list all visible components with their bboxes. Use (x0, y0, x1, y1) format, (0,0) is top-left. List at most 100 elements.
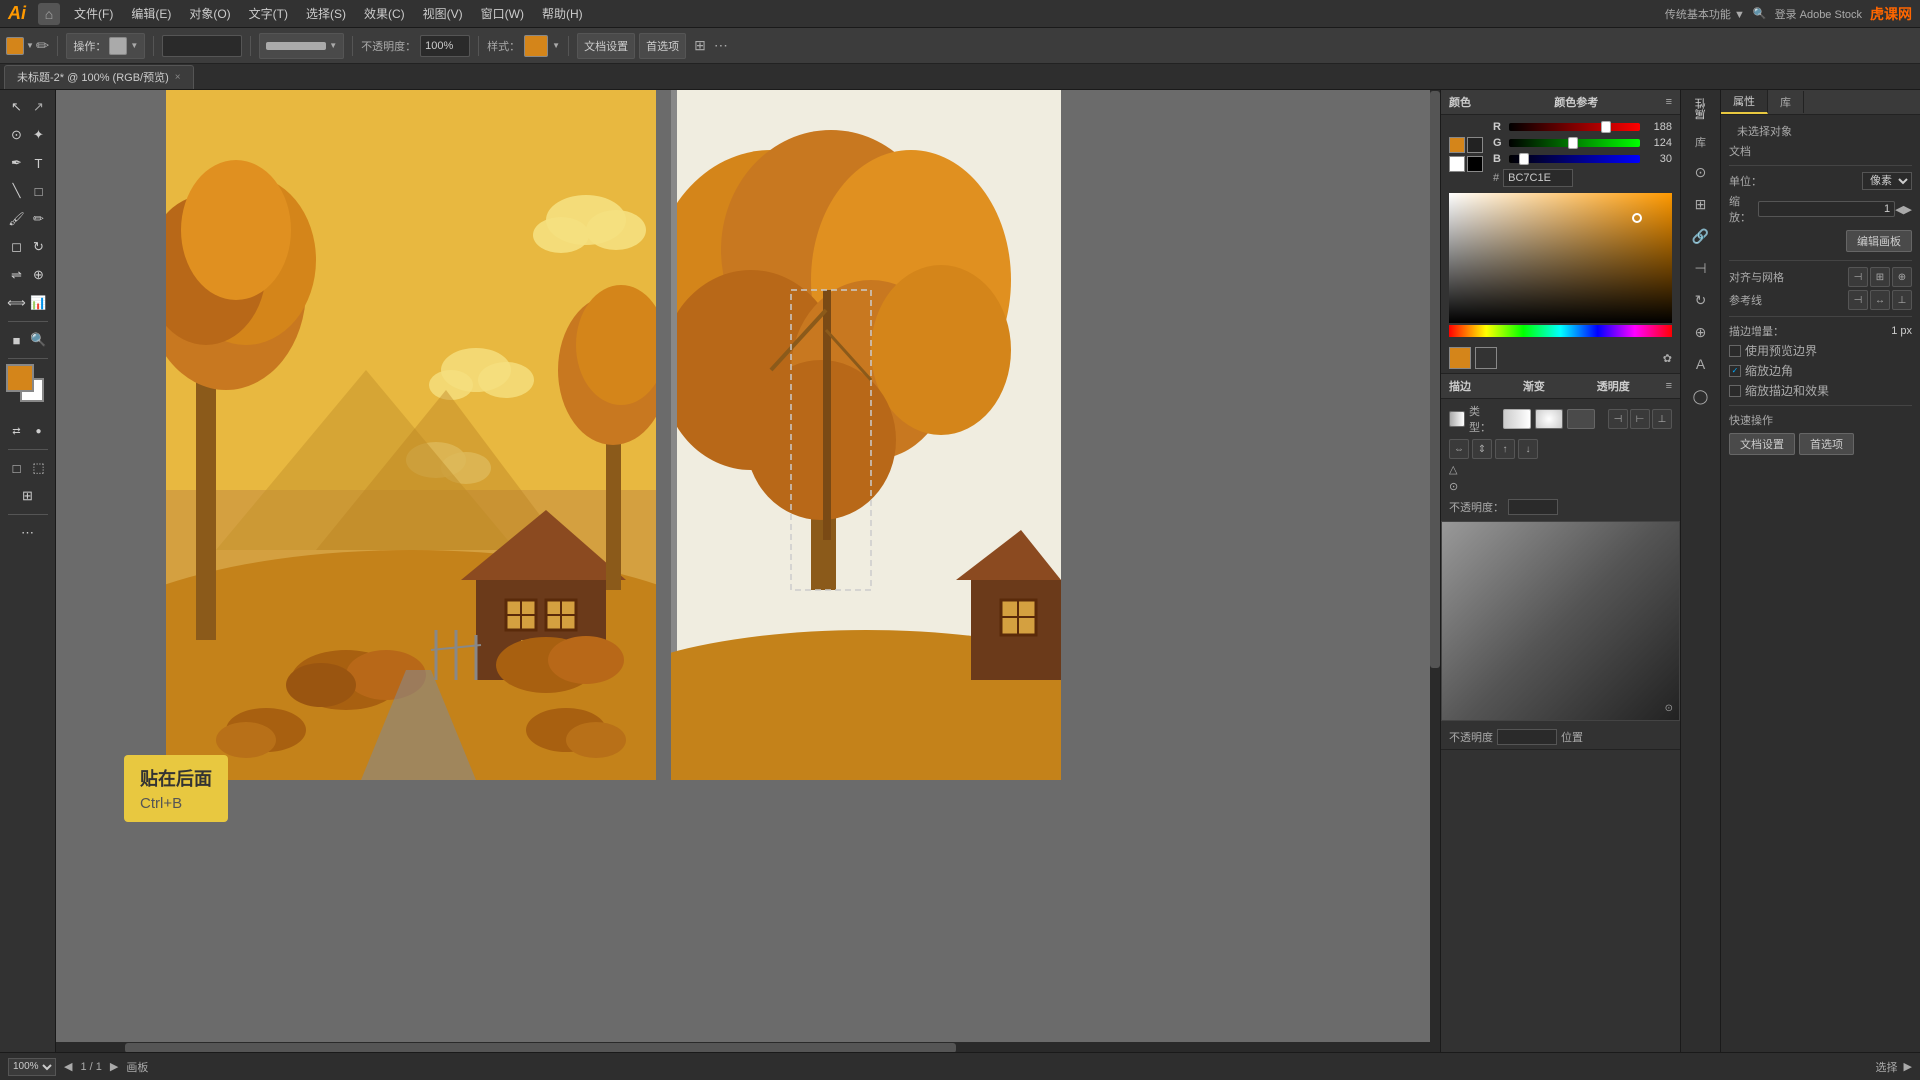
dist-v-btn[interactable]: ⇕ (1472, 439, 1492, 459)
b-slider-thumb[interactable] (1519, 153, 1529, 165)
preview-bounds-cb[interactable] (1729, 345, 1741, 357)
align-center-btn[interactable]: ⊢ (1630, 409, 1650, 429)
gradient-tab-1[interactable]: 描边 (1449, 378, 1471, 394)
gradient-reset-btn[interactable]: ⊙ (1665, 703, 1673, 714)
eyedropper-btn[interactable]: ✿ (1663, 352, 1672, 365)
home-button[interactable]: ⌂ (38, 3, 60, 25)
ref-3[interactable]: ⊥ (1892, 290, 1912, 310)
artboard-tool[interactable]: ⊞ (18, 483, 38, 509)
snap-3[interactable]: ⊕ (1892, 267, 1912, 287)
paintbrush-tool[interactable]: 🖌 (7, 206, 27, 232)
style-dropdown[interactable]: ▼ (552, 41, 560, 50)
eraser-tool[interactable]: ◻ (7, 234, 27, 260)
snap-2[interactable]: ⊞ (1870, 267, 1890, 287)
mask-mode[interactable]: ⬚ (29, 455, 49, 481)
menu-object[interactable]: 对象(O) (181, 3, 238, 24)
direct-selection-tool[interactable]: ↗ (29, 94, 49, 120)
prop-link-btn[interactable]: 🔗 (1687, 222, 1715, 250)
pencil-tool[interactable]: ✏ (29, 206, 49, 232)
pen-tool[interactable]: ✒ (7, 150, 27, 176)
operation-dropdown[interactable]: ▼ (130, 41, 138, 50)
align-bottom-btn[interactable]: ↓ (1518, 439, 1538, 459)
mirror-tool[interactable]: ⇌ (7, 262, 27, 288)
gradient-tool[interactable]: ■ (7, 327, 27, 353)
menu-help[interactable]: 帮助(H) (534, 3, 591, 24)
style-swatch[interactable] (524, 35, 548, 57)
fill-none[interactable] (1449, 156, 1465, 172)
scale-effects-cb[interactable] (1729, 385, 1741, 397)
canvas-area[interactable]: 贴在后面 Ctrl+B (56, 90, 1440, 1052)
fill-dropdown-arrow[interactable]: ▼ (26, 41, 34, 50)
canvas-scrollbar-horizontal[interactable] (56, 1042, 1440, 1052)
align-top-btn[interactable]: ↑ (1495, 439, 1515, 459)
menu-view[interactable]: 视图(V) (415, 3, 471, 24)
width-tool[interactable]: ⟺ (7, 290, 27, 316)
hue-strip[interactable] (1449, 325, 1672, 337)
menu-window[interactable]: 窗口(W) (473, 3, 532, 24)
preferences-btn[interactable]: 首选项 (639, 33, 686, 59)
rotate-tool[interactable]: ↻ (29, 234, 49, 260)
fg-color-mini[interactable] (1449, 137, 1465, 153)
g-slider-track[interactable] (1509, 139, 1640, 147)
snap-1[interactable]: ⊣ (1848, 267, 1868, 287)
new-color-swatch[interactable] (1449, 347, 1471, 369)
opacity-input[interactable] (420, 35, 470, 57)
prop-align-btn[interactable]: ⊣ (1687, 254, 1715, 282)
prop-text-btn[interactable]: A (1687, 350, 1715, 378)
lasso-tool[interactable]: ⊙ (7, 122, 27, 148)
foreground-color[interactable] (6, 364, 34, 392)
graph-tool[interactable]: 📊 (29, 290, 49, 316)
zoom-select[interactable]: 100% (8, 1058, 56, 1076)
menu-file[interactable]: 文件(F) (66, 3, 121, 24)
warp-tool[interactable]: ⊕ (29, 262, 49, 288)
stroke-bar[interactable]: ▼ (259, 33, 344, 59)
operation-btn[interactable]: 操作： ▼ (66, 33, 145, 59)
align-left-btn[interactable]: ⊣ (1608, 409, 1628, 429)
toolbar-text-field[interactable] (162, 35, 242, 57)
align-icon[interactable]: ⊞ (694, 37, 706, 54)
gradient-tab-3[interactable]: 透明度 (1597, 378, 1630, 394)
gradient-tab-2[interactable]: 渐变 (1523, 378, 1545, 394)
menu-text[interactable]: 文字(T) (241, 3, 296, 24)
old-color-swatch[interactable] (1475, 347, 1497, 369)
ref-2[interactable]: ↔ (1870, 290, 1890, 310)
artboard-next-btn[interactable]: ▶ (110, 1060, 118, 1073)
search-icon[interactable]: 🔍 (1753, 7, 1767, 20)
doc-settings-btn[interactable]: 文档设置 (577, 33, 635, 59)
artboard-prev-btn[interactable]: ◀ (64, 1060, 72, 1073)
unit-select[interactable]: 像素 (1862, 172, 1912, 190)
hex-input[interactable] (1503, 169, 1573, 187)
lib-label[interactable]: 库 (1691, 130, 1710, 154)
edit-artboard-btn[interactable]: 编辑画板 (1846, 230, 1912, 252)
scale-input[interactable] (1758, 201, 1895, 217)
properties-tab[interactable]: 属性 (1721, 90, 1768, 114)
selection-tool[interactable]: ↖ (7, 94, 27, 120)
g-slider-thumb[interactable] (1568, 137, 1578, 149)
prop-eye-btn[interactable]: ◯ (1687, 382, 1715, 410)
zoom-tool[interactable]: 🔍 (29, 327, 49, 353)
prop-transform-btn[interactable]: ↻ (1687, 286, 1715, 314)
menu-select[interactable]: 选择(S) (298, 3, 354, 24)
more-btn[interactable]: ⋯ (714, 37, 728, 54)
align-right-btn[interactable]: ⊥ (1652, 409, 1672, 429)
r-slider-thumb[interactable] (1601, 121, 1611, 133)
linear-gradient-btn[interactable] (1503, 409, 1531, 429)
freeform-gradient-btn[interactable] (1567, 409, 1595, 429)
status-expand-btn[interactable]: ▶ (1904, 1060, 1912, 1073)
color-panel-menu[interactable]: ≡ (1666, 96, 1672, 108)
quick-preferences-btn[interactable]: 首选项 (1799, 433, 1854, 455)
fill-color-swatch[interactable] (6, 37, 24, 55)
gradient-opacity-input[interactable] (1508, 499, 1558, 515)
bg-color-mini[interactable] (1467, 137, 1483, 153)
scale-next-btn[interactable]: ▶ (1904, 203, 1912, 216)
rect-tool[interactable]: □ (29, 178, 49, 204)
big-color-picker[interactable] (1449, 193, 1672, 323)
line-tool[interactable]: ╲ (7, 178, 27, 204)
quick-doc-settings-btn[interactable]: 文档设置 (1729, 433, 1795, 455)
normal-mode[interactable]: □ (7, 455, 27, 481)
opacity-under-input[interactable] (1497, 729, 1557, 745)
prop-circle-btn[interactable]: ⊙ (1687, 158, 1715, 186)
scale-prev-btn[interactable]: ◀ (1895, 203, 1903, 216)
b-slider-track[interactable] (1509, 155, 1640, 163)
r-slider-track[interactable] (1509, 123, 1640, 131)
